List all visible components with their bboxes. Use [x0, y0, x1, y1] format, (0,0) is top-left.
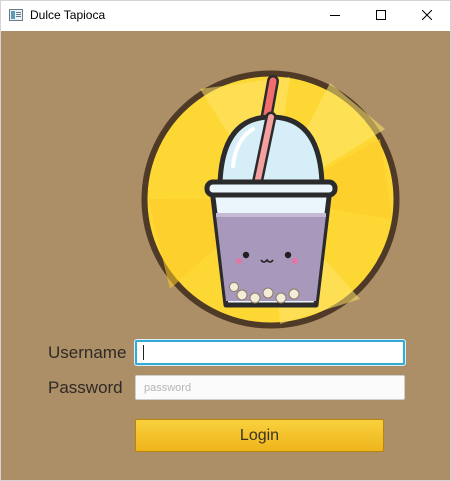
text-caret — [143, 345, 144, 360]
minimize-icon — [330, 15, 340, 16]
password-input[interactable] — [135, 375, 405, 400]
maximize-button[interactable] — [358, 1, 404, 30]
login-window: Dulce Tapioca Username Password Login — [0, 0, 451, 481]
close-button[interactable] — [404, 1, 450, 30]
bubble-tea-logo — [141, 70, 400, 329]
password-label: Password — [48, 378, 123, 397]
login-panel: Username Password Login — [1, 31, 450, 480]
minimize-button[interactable] — [312, 1, 358, 30]
close-icon — [422, 10, 432, 20]
title-bar[interactable]: Dulce Tapioca — [1, 1, 450, 31]
username-label: Username — [48, 343, 127, 362]
maximize-icon — [376, 10, 386, 20]
window-title: Dulce Tapioca — [30, 8, 106, 22]
app-window-icon — [9, 9, 23, 21]
username-input[interactable] — [135, 340, 405, 365]
login-button[interactable]: Login — [135, 419, 384, 452]
